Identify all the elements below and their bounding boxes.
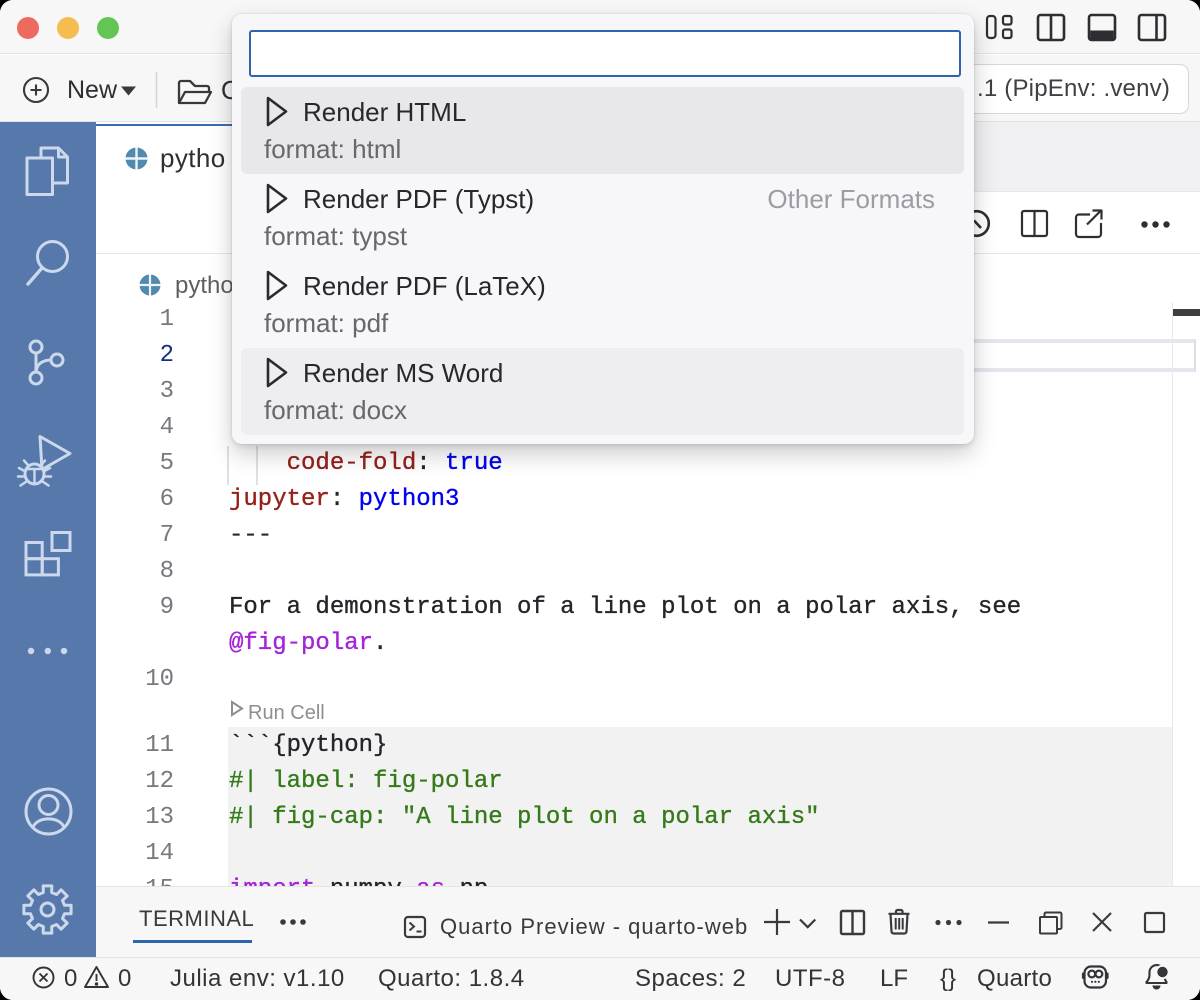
svg-text:0: 0 (64, 965, 77, 992)
svg-text:Quarto: Quarto (977, 965, 1052, 992)
svg-text:Quarto Preview - quarto-web: Quarto Preview - quarto-web (440, 914, 748, 939)
svg-text:UTF-8: UTF-8 (775, 965, 846, 992)
svg-text:pytho: pytho (160, 143, 226, 173)
svg-text:Julia env: v1.10: Julia env: v1.10 (170, 965, 345, 992)
svg-text:LF: LF (880, 965, 908, 992)
svg-text:0: 0 (118, 965, 131, 992)
svg-text:Spaces: 2: Spaces: 2 (635, 965, 746, 992)
svg-text:{}: {} (940, 965, 956, 992)
svg-text:Quarto: 1.8.4: Quarto: 1.8.4 (378, 965, 525, 992)
svg-text:New: New (67, 76, 118, 104)
